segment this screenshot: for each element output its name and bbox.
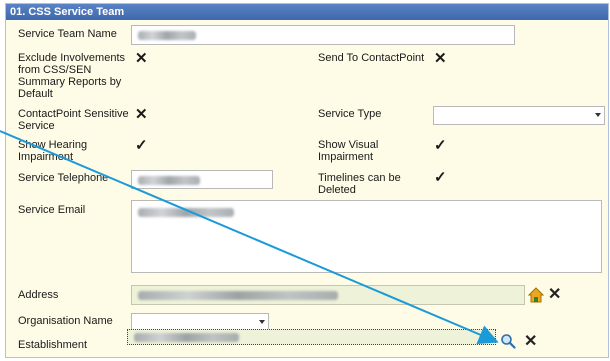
send-to-contactpoint-checkbox[interactable]: ✕: [434, 51, 447, 66]
send-to-contactpoint-label: Send To ContactPoint: [318, 52, 425, 64]
home-icon[interactable]: [527, 287, 545, 303]
organisation-name-label: Organisation Name: [18, 315, 113, 327]
show-hearing-checkbox[interactable]: ✓: [135, 138, 148, 153]
exclude-involvements-label: Exclude Involvements from CSS/SEN Summar…: [18, 52, 125, 100]
search-icon[interactable]: [500, 333, 516, 349]
service-team-name-label: Service Team Name: [18, 28, 117, 40]
clear-establishment-icon[interactable]: ✕: [524, 334, 537, 350]
show-hearing-label: Show Hearing Impairment: [18, 139, 88, 163]
chevron-down-icon: [595, 113, 601, 117]
exclude-involvements-checkbox[interactable]: ✕: [135, 51, 148, 66]
establishment-field[interactable]: [127, 329, 496, 345]
show-visual-label: Show Visual Impairment: [318, 139, 379, 163]
service-telephone-label: Service Telephone: [18, 172, 109, 184]
redacted-text: [138, 31, 196, 40]
service-type-label: Service Type: [318, 108, 382, 120]
redacted-text: [138, 208, 234, 217]
show-visual-checkbox[interactable]: ✓: [434, 138, 447, 153]
chevron-down-icon: [259, 320, 265, 324]
address-field[interactable]: [131, 285, 525, 305]
timelines-deleted-label: Timelines can be Deleted: [318, 172, 401, 196]
redacted-text: [138, 176, 200, 185]
service-team-name-input[interactable]: [131, 25, 515, 45]
address-label: Address: [18, 289, 59, 301]
service-email-textarea[interactable]: [131, 200, 602, 273]
contactpoint-sensitive-label: ContactPoint Sensitive Service: [18, 108, 129, 132]
redacted-text: [138, 291, 338, 300]
service-telephone-input[interactable]: [131, 170, 273, 189]
redacted-text: [134, 333, 239, 342]
service-email-label: Service Email: [18, 204, 86, 216]
contactpoint-sensitive-checkbox[interactable]: ✕: [135, 107, 148, 122]
clear-address-icon[interactable]: ✕: [548, 287, 561, 303]
establishment-label: Establishment: [18, 339, 88, 351]
timelines-deleted-checkbox[interactable]: ✓: [434, 170, 447, 185]
service-type-select[interactable]: [433, 106, 605, 125]
panel-title: 01. CSS Service Team: [6, 4, 608, 20]
